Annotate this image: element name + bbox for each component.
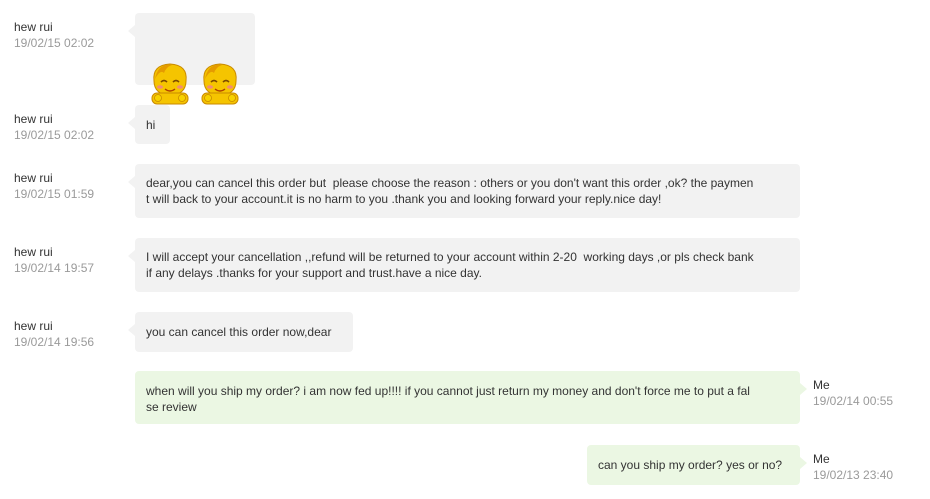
message-bubble bbox=[128, 13, 255, 105]
message-timestamp: 19/02/15 01:59 bbox=[14, 187, 95, 201]
smile-emoji-icon[interactable] bbox=[196, 59, 244, 105]
sender-info: hew rui 19/02/15 02:02 bbox=[14, 111, 94, 143]
message-timestamp: 19/02/13 23:40 bbox=[813, 468, 894, 482]
sender-info: hew rui 19/02/15 01:59 bbox=[14, 170, 94, 202]
message-bubble: when will you ship my order? i am now fe… bbox=[135, 371, 807, 424]
sender-info: Me 19/02/14 00:55 bbox=[813, 377, 893, 409]
emoji-group bbox=[146, 45, 244, 105]
sender-name: Me bbox=[813, 452, 830, 466]
message-bubble: you can cancel this order now,dear bbox=[128, 312, 353, 352]
message-timestamp: 19/02/14 00:55 bbox=[813, 394, 894, 408]
message-timestamp: 19/02/15 02:02 bbox=[14, 36, 95, 50]
sender-name: hew rui bbox=[14, 319, 53, 333]
sender-name: hew rui bbox=[14, 245, 53, 259]
smile-emoji-icon[interactable] bbox=[146, 59, 194, 105]
sender-name: hew rui bbox=[14, 112, 53, 126]
sender-info: hew rui 19/02/14 19:57 bbox=[14, 244, 94, 276]
sender-info: hew rui 19/02/14 19:56 bbox=[14, 318, 94, 350]
message-bubble: I will accept your cancellation ,,refund… bbox=[128, 238, 800, 292]
sender-info: Me 19/02/13 23:40 bbox=[813, 451, 893, 483]
message-bubble: can you ship my order? yes or no? bbox=[587, 445, 807, 485]
message-bubble: hi bbox=[128, 105, 170, 144]
message-timestamp: 19/02/15 02:02 bbox=[14, 128, 95, 142]
message-timestamp: 19/02/14 19:56 bbox=[14, 335, 95, 349]
message-bubble: dear,you can cancel this order but pleas… bbox=[128, 164, 800, 218]
sender-name: hew rui bbox=[14, 171, 53, 185]
sender-name: hew rui bbox=[14, 20, 53, 34]
sender-info: hew rui 19/02/15 02:02 bbox=[14, 19, 94, 51]
sender-name: Me bbox=[813, 378, 830, 392]
message-timestamp: 19/02/14 19:57 bbox=[14, 261, 95, 275]
